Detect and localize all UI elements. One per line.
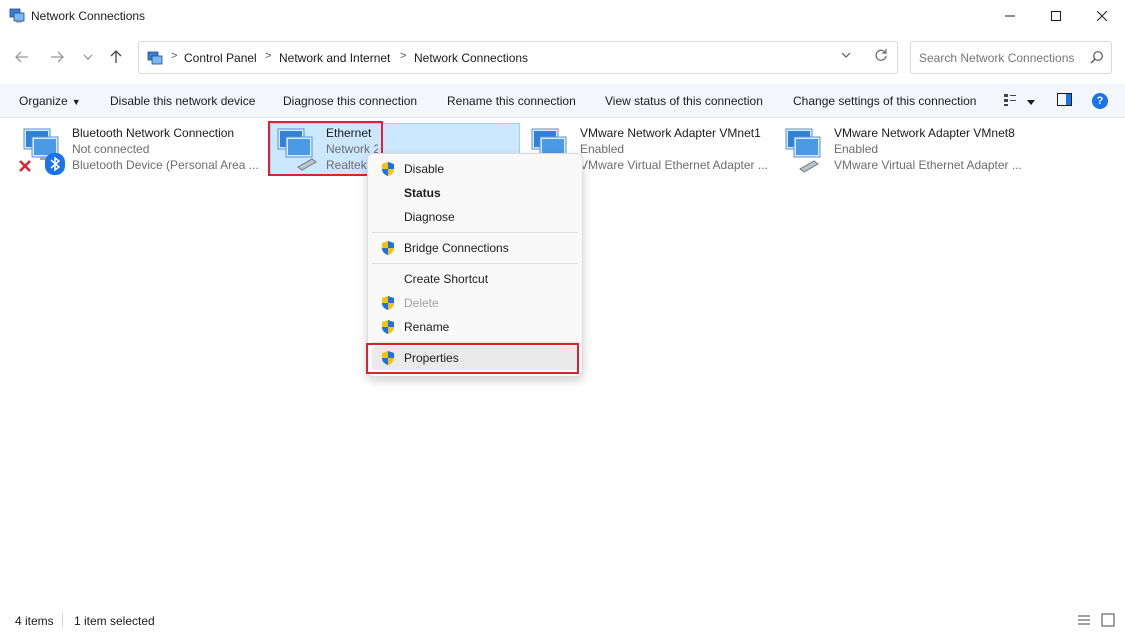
- preview-pane-icon: [1057, 93, 1072, 106]
- menu-item-rename[interactable]: Rename: [372, 315, 578, 339]
- disable-device-button[interactable]: Disable this network device: [110, 94, 255, 108]
- menu-separator: [372, 232, 578, 233]
- status-bar: 4 items 1 item selected: [0, 607, 1125, 634]
- arrow-left-icon: [15, 51, 28, 63]
- uac-shield-icon: [382, 162, 394, 176]
- network-connections-app-icon: [9, 8, 25, 23]
- connection-status: Enabled: [580, 142, 625, 156]
- refresh-button[interactable]: [874, 48, 888, 65]
- arrow-up-icon: [110, 50, 122, 63]
- menu-item-delete: Delete: [372, 291, 578, 315]
- breadcrumb-separator: >: [400, 50, 407, 62]
- breadcrumb-network-connections[interactable]: Network Connections: [414, 51, 528, 65]
- address-dropdown-button[interactable]: [841, 50, 851, 63]
- chevron-down-icon: [83, 54, 93, 60]
- refresh-icon: [875, 49, 887, 61]
- title-bar: Network Connections: [0, 0, 1125, 32]
- maximize-icon: [1051, 11, 1061, 21]
- up-button[interactable]: [106, 47, 126, 67]
- uac-shield-icon: [382, 296, 394, 310]
- uac-shield-icon: [382, 241, 394, 255]
- back-button[interactable]: [12, 47, 32, 67]
- menu-label: Rename: [404, 320, 450, 334]
- connection-device: VMware Virtual Ethernet Adapter ...: [580, 158, 768, 172]
- minimize-icon: [1005, 15, 1015, 17]
- menu-item-create-shortcut[interactable]: Create Shortcut: [372, 267, 578, 291]
- menu-label: Diagnose: [404, 210, 455, 224]
- close-icon: [1097, 11, 1107, 21]
- connection-item-vmnet8[interactable]: VMware Network Adapter VMnet8 Enabled VM…: [778, 123, 1028, 175]
- connection-name: VMware Network Adapter VMnet1: [580, 126, 761, 140]
- large-icons-view-icon[interactable]: [1101, 613, 1115, 627]
- window-title: Network Connections: [31, 9, 146, 23]
- connection-device: Bluetooth Device (Personal Area ...: [72, 158, 259, 172]
- address-row: > Control Panel > Network and Internet >…: [0, 32, 1125, 84]
- connection-status: Not connected: [72, 142, 150, 156]
- breadcrumb-network-and-internet[interactable]: Network and Internet: [279, 51, 390, 65]
- network-adapter-icon: [785, 128, 821, 173]
- recent-locations-button[interactable]: [78, 47, 98, 67]
- menu-item-disable[interactable]: Disable: [372, 157, 578, 181]
- search-box[interactable]: [910, 41, 1112, 74]
- uac-shield-icon: [382, 320, 394, 334]
- item-count: 4 items: [15, 614, 54, 628]
- breadcrumb-separator: >: [265, 50, 272, 62]
- connection-item-bluetooth[interactable]: Bluetooth Network Connection Not connect…: [16, 123, 266, 175]
- breadcrumb-control-panel[interactable]: Control Panel: [184, 51, 257, 65]
- rename-connection-button[interactable]: Rename this connection: [447, 94, 576, 108]
- chevron-down-icon: [841, 52, 851, 58]
- close-button[interactable]: [1079, 0, 1125, 32]
- preview-pane-button[interactable]: [1057, 93, 1072, 110]
- minimize-button[interactable]: [987, 0, 1033, 32]
- bluetooth-icon: [45, 153, 65, 175]
- selection-count: 1 item selected: [74, 614, 155, 628]
- change-settings-button[interactable]: Change settings of this connection: [793, 94, 976, 108]
- connection-status: Enabled: [834, 142, 879, 156]
- breadcrumb-separator: >: [171, 50, 178, 62]
- control-panel-icon: [147, 51, 163, 65]
- maximize-button[interactable]: [1033, 0, 1079, 32]
- status-separator: [62, 613, 63, 627]
- organize-button[interactable]: Organize ▼: [19, 94, 81, 108]
- menu-label: Create Shortcut: [404, 272, 489, 286]
- connection-device: VMware Virtual Ethernet Adapter ...: [834, 158, 1022, 172]
- menu-label: Disable: [404, 162, 445, 176]
- menu-item-bridge-connections[interactable]: Bridge Connections: [372, 236, 578, 260]
- diagnose-connection-button[interactable]: Diagnose this connection: [283, 94, 417, 108]
- forward-button[interactable]: [47, 47, 67, 67]
- annotation-highlight-ethernet: [268, 121, 383, 176]
- details-view-icon[interactable]: [1077, 613, 1091, 627]
- menu-separator: [372, 263, 578, 264]
- annotation-highlight-properties: [366, 343, 579, 374]
- menu-item-diagnose[interactable]: Diagnose: [372, 205, 578, 229]
- more-view-options-button[interactable]: [1026, 96, 1036, 110]
- menu-label: Bridge Connections: [404, 241, 509, 255]
- connection-name: VMware Network Adapter VMnet8: [834, 126, 1015, 140]
- menu-label: Status: [404, 186, 441, 200]
- command-bar: Organize ▼ Disable this network device Di…: [0, 84, 1125, 118]
- caret-down-icon: ▼: [71, 97, 81, 107]
- arrow-right-icon: [51, 51, 64, 63]
- search-icon: [1090, 51, 1103, 64]
- disconnected-x-icon: [19, 160, 31, 172]
- search-input[interactable]: [911, 42, 1086, 73]
- caret-down-icon: [1027, 100, 1035, 105]
- menu-item-status[interactable]: Status: [372, 181, 578, 205]
- address-bar[interactable]: > Control Panel > Network and Internet >…: [138, 41, 898, 74]
- view-options-icon: [1004, 94, 1016, 106]
- connection-name: Bluetooth Network Connection: [72, 126, 235, 140]
- organize-label: Organize: [19, 94, 68, 108]
- help-button[interactable]: ?: [1092, 93, 1108, 109]
- change-view-button[interactable]: [1003, 93, 1017, 110]
- view-status-button[interactable]: View status of this connection: [605, 94, 763, 108]
- menu-label: Delete: [404, 296, 439, 310]
